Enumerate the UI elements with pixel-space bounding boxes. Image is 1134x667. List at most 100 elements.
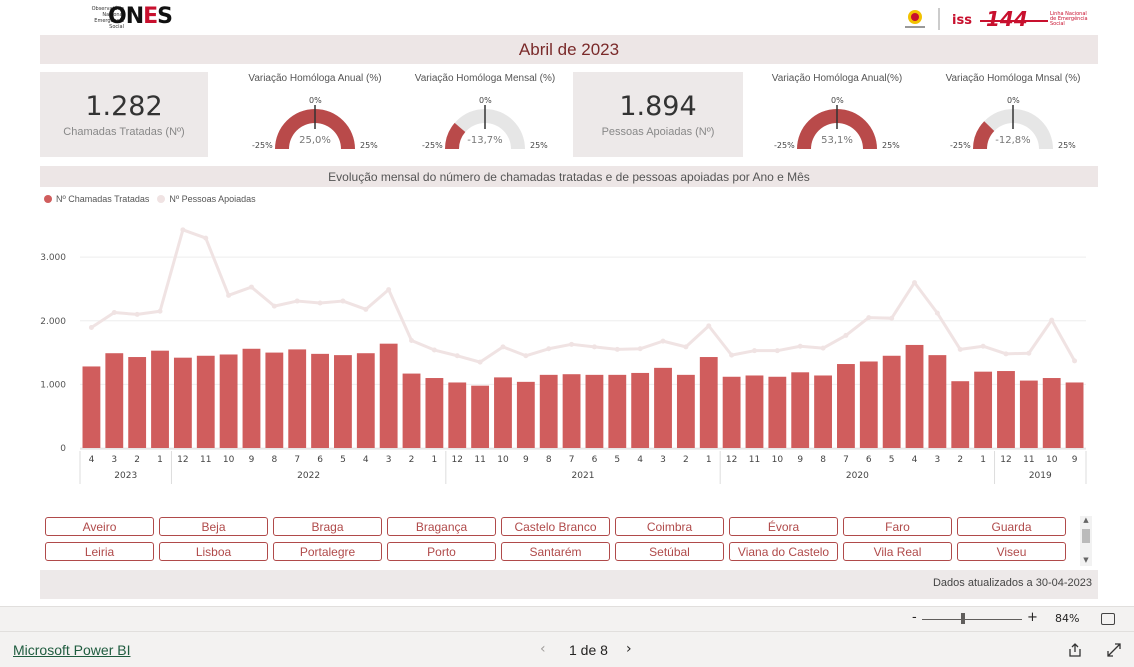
scroll-up-icon[interactable]: ▲	[1080, 516, 1092, 526]
bar-calls[interactable]	[265, 352, 284, 448]
city-button-leiria[interactable]: Leiria	[45, 542, 154, 561]
point-people[interactable]	[203, 235, 209, 241]
bar-calls[interactable]	[814, 375, 832, 448]
bar-calls[interactable]	[219, 354, 238, 448]
point-people[interactable]	[957, 346, 963, 352]
bar-calls[interactable]	[356, 353, 375, 448]
point-people[interactable]	[1049, 317, 1055, 323]
point-people[interactable]	[454, 353, 460, 359]
bar-calls[interactable]	[379, 343, 398, 448]
line-people[interactable]	[90, 228, 1076, 364]
point-people[interactable]	[729, 352, 735, 358]
bar-calls[interactable]	[425, 378, 444, 448]
bar-calls[interactable]	[242, 348, 261, 448]
bar-calls[interactable]	[768, 376, 787, 448]
city-button-porto[interactable]: Porto	[387, 542, 496, 561]
point-people[interactable]	[1072, 358, 1078, 364]
point-people[interactable]	[271, 303, 277, 309]
bar-calls[interactable]	[516, 381, 535, 448]
bar-calls[interactable]	[859, 361, 878, 448]
powerbi-link[interactable]: Microsoft Power BI	[13, 642, 130, 658]
point-people[interactable]	[660, 338, 666, 344]
bar-calls[interactable]	[151, 350, 169, 448]
point-people[interactable]	[477, 359, 483, 365]
bar-calls[interactable]	[539, 374, 558, 448]
point-people[interactable]	[591, 344, 597, 350]
bar-calls[interactable]	[997, 371, 1015, 448]
bar-calls[interactable]	[562, 374, 581, 448]
point-people[interactable]	[637, 346, 643, 352]
bar-calls[interactable]	[928, 355, 947, 448]
point-people[interactable]	[820, 345, 826, 351]
zoom-slider-thumb[interactable]	[961, 613, 965, 624]
fit-to-page-icon[interactable]	[1101, 613, 1115, 625]
bar-calls[interactable]	[402, 373, 421, 448]
city-button-guarda[interactable]: Guarda	[957, 517, 1066, 536]
point-people[interactable]	[546, 346, 552, 352]
bar-calls[interactable]	[311, 353, 329, 448]
point-people[interactable]	[1003, 351, 1009, 357]
zoom-slider-track[interactable]	[922, 619, 1022, 620]
share-icon[interactable]	[1067, 642, 1083, 658]
city-button-viana-do-castelo[interactable]: Viana do Castelo	[729, 542, 838, 561]
city-button-setúbal[interactable]: Setúbal	[615, 542, 724, 561]
city-button-portalegre[interactable]: Portalegre	[273, 542, 382, 561]
point-people[interactable]	[157, 308, 163, 314]
point-people[interactable]	[934, 310, 940, 316]
bar-calls[interactable]	[905, 344, 924, 448]
fullscreen-icon[interactable]	[1106, 642, 1122, 658]
city-button-évora[interactable]: Évora	[729, 517, 838, 536]
city-button-bragança[interactable]: Bragança	[387, 517, 496, 536]
point-people[interactable]	[843, 332, 849, 338]
point-people[interactable]	[683, 344, 689, 350]
bar-calls[interactable]	[974, 371, 993, 448]
point-people[interactable]	[889, 315, 895, 321]
point-people[interactable]	[500, 344, 506, 350]
bar-calls[interactable]	[128, 357, 147, 448]
bar-calls[interactable]	[791, 372, 810, 448]
city-button-castelo-branco[interactable]: Castelo Branco	[501, 517, 610, 536]
bar-calls[interactable]	[676, 374, 695, 448]
point-people[interactable]	[569, 341, 575, 347]
city-button-coimbra[interactable]: Coimbra	[615, 517, 724, 536]
bar-calls[interactable]	[745, 375, 764, 448]
point-people[interactable]	[317, 300, 323, 306]
point-people[interactable]	[363, 306, 369, 312]
city-button-viseu[interactable]: Viseu	[957, 542, 1066, 561]
point-people[interactable]	[431, 347, 437, 353]
point-people[interactable]	[386, 287, 392, 293]
bar-calls[interactable]	[494, 377, 512, 448]
bar-calls[interactable]	[288, 349, 307, 448]
city-button-vila-real[interactable]: Vila Real	[843, 542, 952, 561]
bar-calls[interactable]	[1065, 382, 1084, 448]
point-people[interactable]	[340, 298, 346, 304]
point-people[interactable]	[866, 315, 872, 321]
city-button-aveiro[interactable]: Aveiro	[45, 517, 154, 536]
city-button-beja[interactable]: Beja	[159, 517, 268, 536]
slicer-scrollbar[interactable]: ▲ ▼	[1080, 516, 1092, 566]
bar-calls[interactable]	[1042, 378, 1061, 448]
bar-calls[interactable]	[585, 374, 604, 448]
bar-calls[interactable]	[837, 364, 855, 448]
point-people[interactable]	[111, 310, 117, 316]
next-page-icon[interactable]: ›	[626, 641, 632, 657]
bar-calls[interactable]	[722, 376, 741, 448]
point-people[interactable]	[614, 346, 620, 352]
zoom-out-button[interactable]: -	[912, 610, 917, 625]
point-people[interactable]	[248, 284, 254, 290]
bar-calls[interactable]	[951, 381, 970, 448]
bar-calls[interactable]	[882, 355, 901, 448]
point-people[interactable]	[409, 337, 415, 343]
city-button-faro[interactable]: Faro	[843, 517, 952, 536]
point-people[interactable]	[706, 323, 712, 329]
point-people[interactable]	[797, 343, 803, 349]
bar-calls[interactable]	[448, 382, 467, 448]
scroll-down-icon[interactable]: ▼	[1080, 556, 1092, 566]
bar-calls[interactable]	[196, 355, 215, 448]
point-people[interactable]	[751, 348, 757, 354]
bar-calls[interactable]	[471, 385, 490, 448]
point-people[interactable]	[523, 353, 529, 359]
point-people[interactable]	[180, 227, 186, 233]
bar-calls[interactable]	[82, 366, 101, 448]
bar-calls[interactable]	[608, 374, 627, 448]
